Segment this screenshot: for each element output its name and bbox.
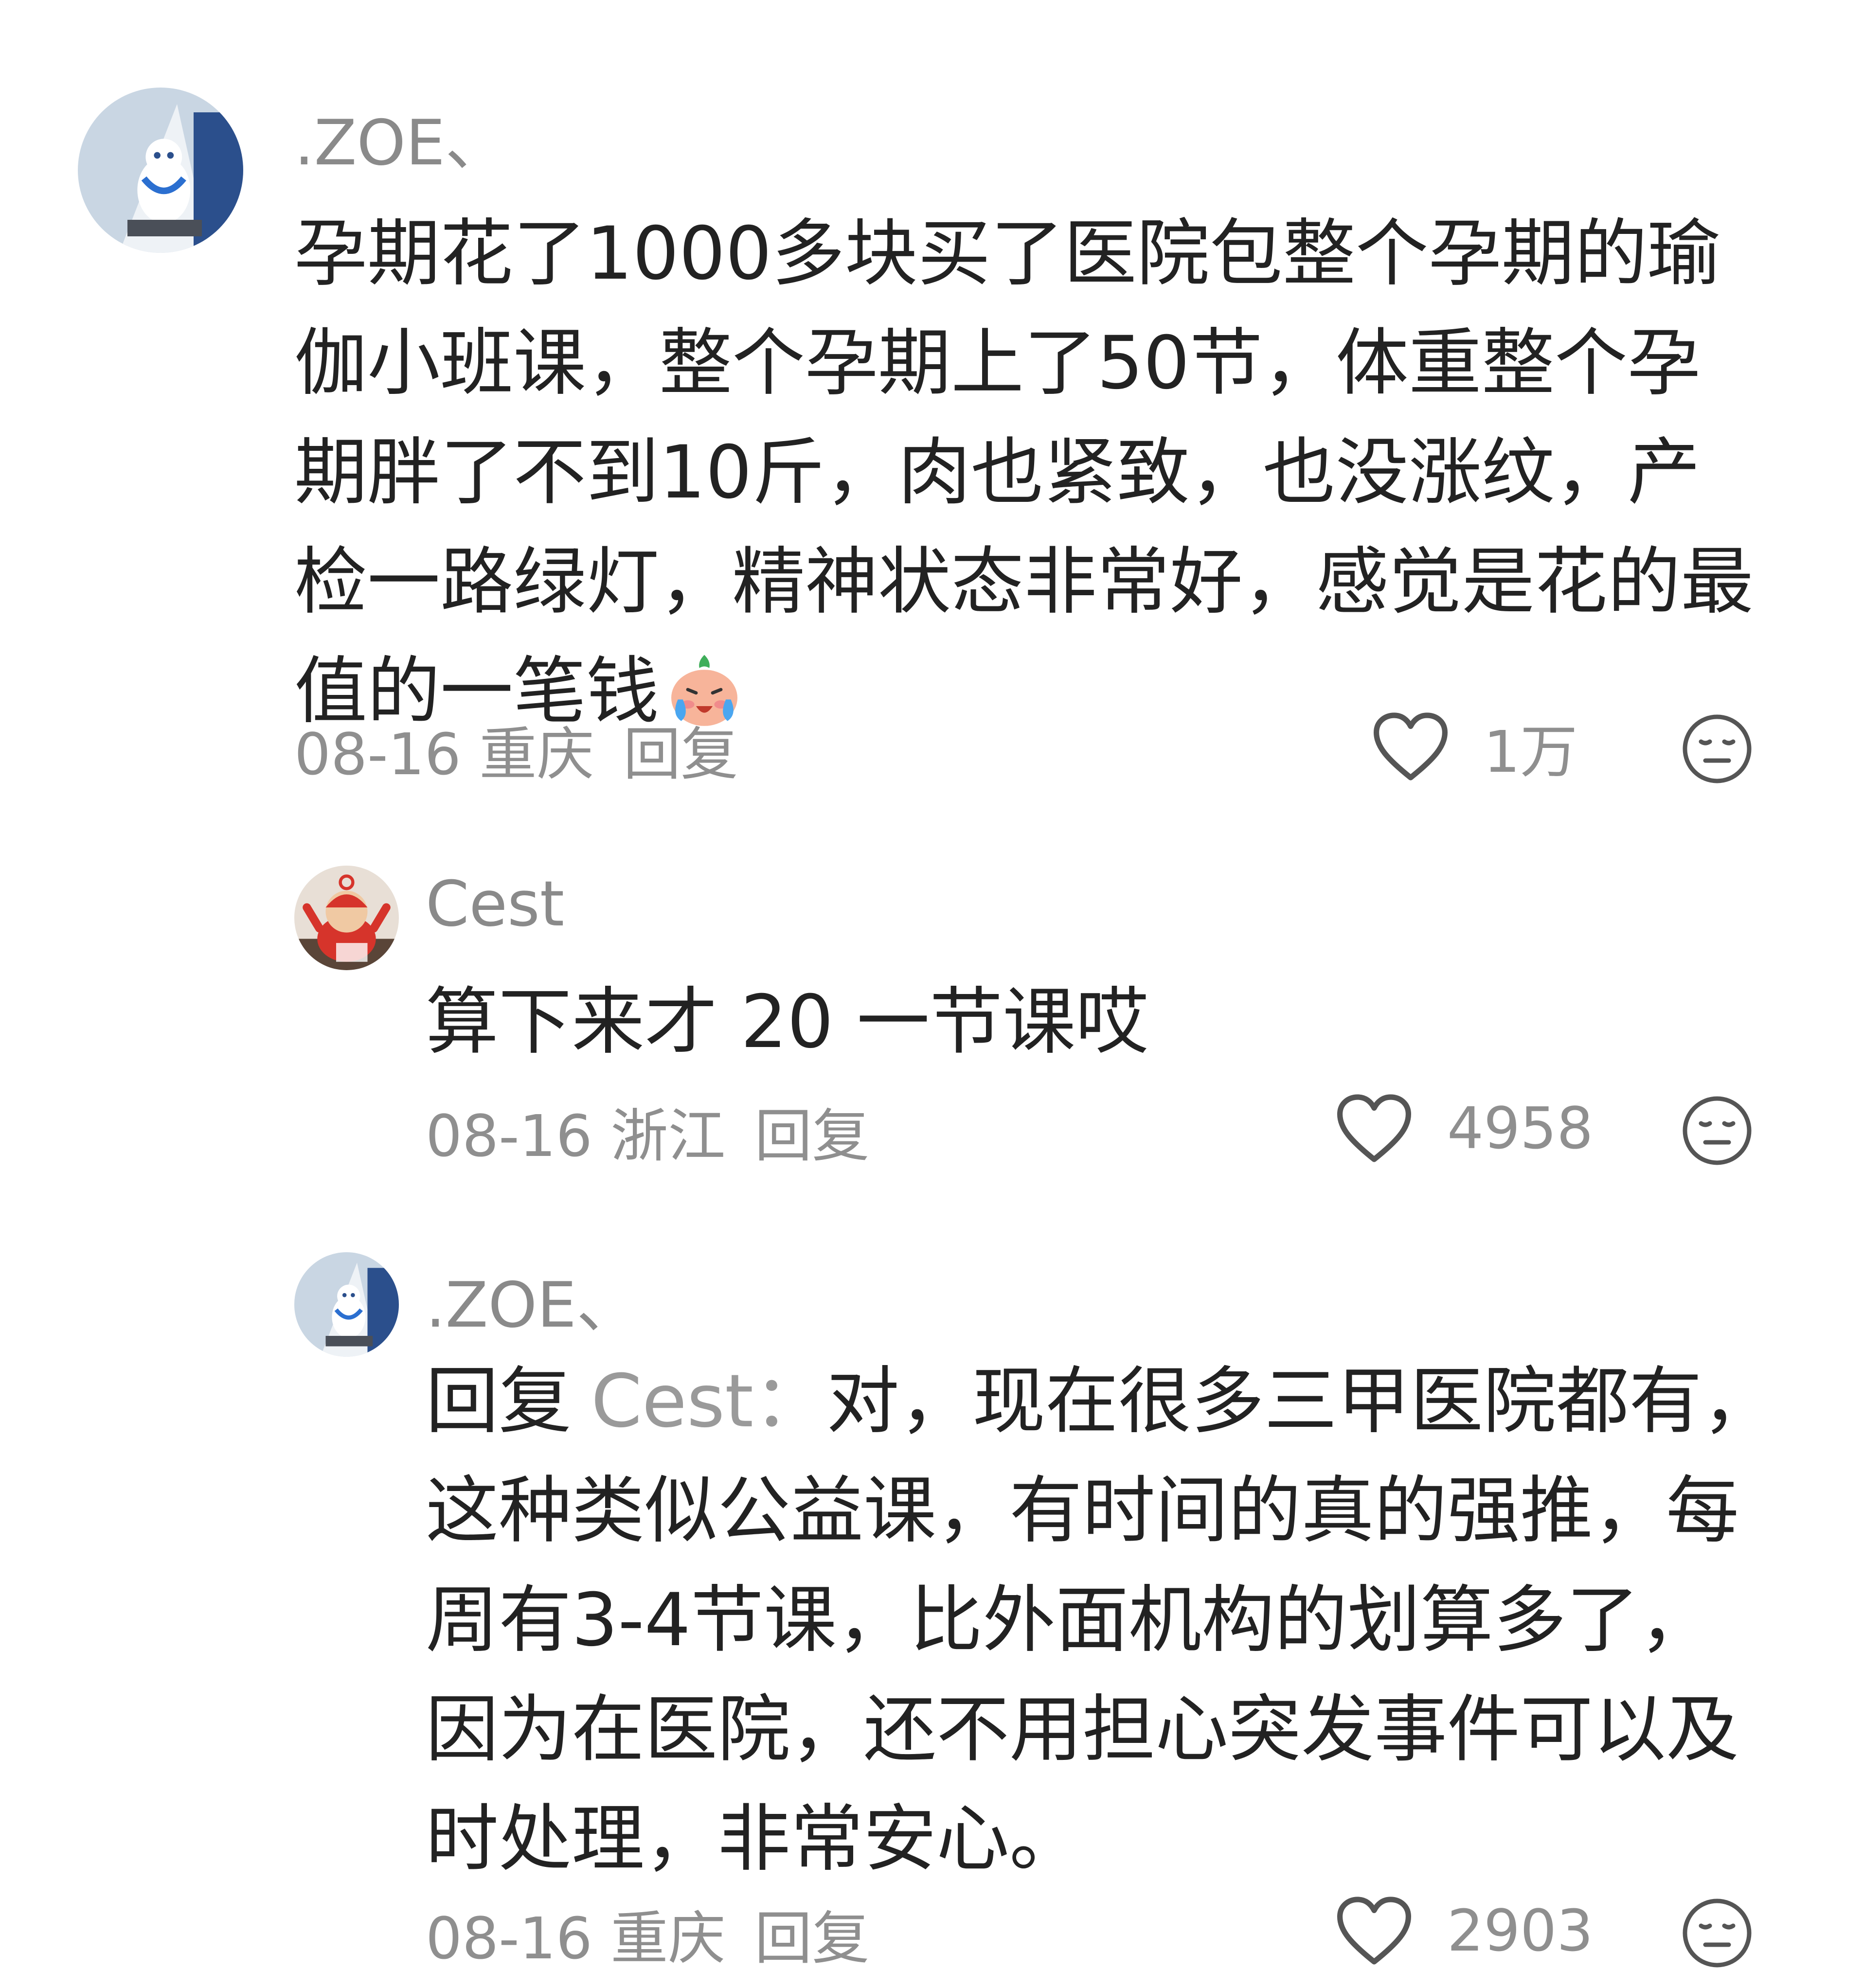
comment-meta: 08-16 重庆 回复 — [294, 708, 738, 791]
avatar[interactable] — [294, 1252, 399, 1357]
comment-text: 回复 Cest：对，现在很多三甲医院都有，这种类似公益课，有时间的真的强推，每周有… — [426, 1347, 1778, 1894]
comment-text: 孕期花了1000多块买了医院包整个孕期的瑜伽小班课，整个孕期上了50节，体重整个… — [294, 199, 1763, 746]
reply-item: Cest 算下来才 20 一节课哎 08-16 浙江 回复 4958 — [0, 802, 1863, 1191]
comment-meta: 08-16 浙江 回复 — [426, 1089, 869, 1172]
comment-text: 算下来才 20 一节课哎 — [426, 980, 1149, 1065]
comment-meta: 08-16 重庆 回复 — [426, 1892, 869, 1975]
like-count: 1万 — [1484, 718, 1578, 785]
dislike-button[interactable] — [1681, 1094, 1754, 1167]
reply-prefix: 回复 — [426, 1359, 572, 1444]
dislike-button[interactable] — [1681, 1897, 1754, 1970]
meh-face-icon — [1683, 1096, 1752, 1165]
date-location: 08-16 重庆 — [294, 721, 594, 788]
username[interactable]: .ZOE、 — [294, 92, 507, 182]
reply-target-username[interactable]: Cest： — [591, 1359, 826, 1444]
avatar[interactable] — [78, 88, 243, 253]
like-button[interactable]: 1万 — [1372, 708, 1577, 785]
avatar-image — [78, 88, 243, 253]
reply-button[interactable]: 回复 — [623, 721, 738, 788]
username[interactable]: .ZOE、 — [426, 1255, 639, 1345]
date-location: 08-16 重庆 — [426, 1905, 726, 1972]
heart-icon — [1335, 1092, 1413, 1165]
dislike-button[interactable] — [1681, 712, 1754, 785]
like-button[interactable]: 4958 — [1335, 1089, 1593, 1167]
comment-item: .ZOE、 孕期花了1000多块买了医院包整个孕期的瑜伽小班课，整个孕期上了50… — [0, 0, 1863, 802]
like-button[interactable]: 2903 — [1335, 1892, 1593, 1970]
like-count: 4958 — [1447, 1095, 1594, 1162]
avatar-image — [294, 866, 399, 970]
date-location: 08-16 浙江 — [426, 1102, 726, 1170]
meh-face-icon — [1683, 1899, 1752, 1968]
username[interactable]: Cest — [426, 868, 564, 941]
reply-button[interactable]: 回复 — [754, 1905, 869, 1972]
comment-text-content: 孕期花了1000多块买了医院包整个孕期的瑜伽小班课，整个孕期上了50节，体重整个… — [294, 212, 1754, 734]
heart-icon — [1372, 710, 1450, 783]
reply-button[interactable]: 回复 — [754, 1102, 869, 1170]
avatar[interactable] — [294, 866, 399, 970]
heart-icon — [1335, 1894, 1413, 1967]
like-count: 2903 — [1447, 1897, 1594, 1964]
reply-item: .ZOE、 回复 Cest：对，现在很多三甲医院都有，这种类似公益课，有时间的真的… — [0, 1191, 1863, 1988]
avatar-image — [294, 1252, 399, 1357]
meh-face-icon — [1683, 714, 1752, 783]
